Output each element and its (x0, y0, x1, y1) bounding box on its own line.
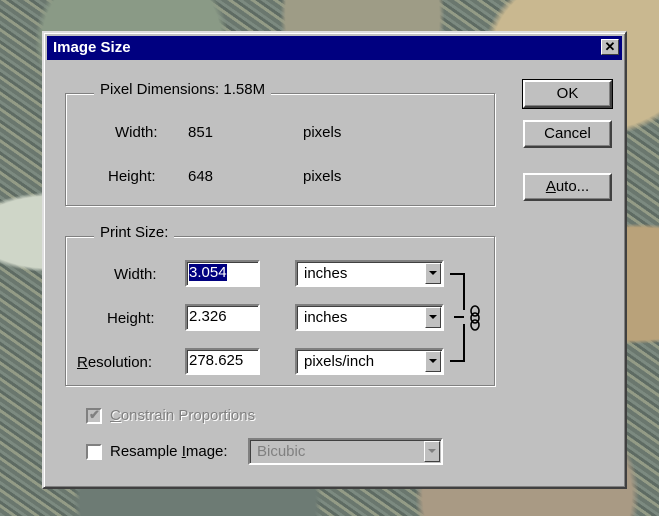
print-width-label: Width: (114, 266, 157, 283)
resolution-unit-select[interactable]: pixels/inch (295, 348, 444, 375)
resolution-value: 278.625 (189, 352, 244, 369)
pixel-width-value: 851 (188, 124, 214, 141)
chevron-down-icon[interactable] (425, 263, 441, 284)
constrain-proportions-label: Constrain Proportions (110, 407, 255, 424)
constrain-proportions-checkbox[interactable]: ✔ (86, 407, 102, 424)
print-width-unit: inches (304, 265, 348, 282)
close-button[interactable]: ✕ (601, 39, 619, 55)
pixel-width-unit: pixels (303, 124, 342, 141)
cancel-button[interactable]: Cancel (523, 120, 612, 148)
resample-label-rest: mage: (185, 443, 228, 460)
print-size-legend: Print Size: (94, 224, 175, 241)
print-height-label: Height: (107, 310, 155, 327)
resolution-label: Resolution: (77, 354, 152, 371)
pixel-dimensions-label: Pixel Dimensions: (100, 81, 220, 98)
pixel-dimensions-size: 1.58M (223, 81, 266, 98)
pixel-width-label: Width: (115, 124, 158, 141)
title-bar[interactable]: Image Size ✕ (47, 36, 622, 60)
print-height-unit: inches (304, 309, 348, 326)
constrain-accelerator: C (110, 407, 121, 424)
resample-method: Bicubic (257, 443, 306, 460)
resample-image-checkbox[interactable] (86, 444, 102, 460)
resolution-label-accelerator: R (77, 354, 88, 371)
pixel-dimensions-group (65, 93, 495, 206)
check-icon: ✔ (89, 407, 100, 422)
ok-button[interactable]: OK (522, 79, 613, 109)
pixel-height-value: 648 (188, 168, 214, 185)
chevron-down-icon[interactable] (425, 351, 441, 372)
chevron-down-icon[interactable] (424, 441, 440, 462)
close-icon: ✕ (604, 39, 616, 54)
print-height-value: 2.326 (189, 308, 227, 325)
image-size-dialog: Image Size ✕ Pixel Dimensions: 1.58M Wid… (42, 31, 627, 489)
ok-label: OK (556, 85, 579, 102)
resample-label-start: Resample (110, 443, 182, 460)
auto-label-rest: uto... (555, 178, 590, 195)
auto-button[interactable]: Auto... (523, 173, 612, 201)
resolution-unit: pixels/inch (304, 353, 375, 370)
chevron-down-icon[interactable] (425, 307, 441, 328)
chain-link-icon (450, 273, 480, 362)
pixel-height-unit: pixels (303, 168, 342, 185)
resample-image-label: Resample Image: (110, 443, 228, 460)
print-width-unit-select[interactable]: inches (295, 260, 444, 287)
constrain-label-rest: onstrain Proportions (120, 407, 256, 424)
print-height-unit-select[interactable]: inches (295, 304, 444, 331)
print-height-input[interactable]: 2.326 (185, 304, 260, 331)
print-size-label: Print Size: (100, 224, 169, 241)
pixel-dimensions-legend: Pixel Dimensions: 1.58M (94, 81, 272, 98)
dialog-title: Image Size (53, 39, 131, 56)
resolution-label-rest: esolution: (87, 354, 153, 371)
auto-accelerator: A (545, 178, 556, 195)
pixel-height-label: Height: (108, 168, 156, 185)
resample-method-select[interactable]: Bicubic (248, 438, 443, 465)
print-width-input[interactable]: 3.054 (185, 260, 260, 287)
cancel-label: Cancel (544, 125, 591, 142)
print-width-value: 3.054 (189, 264, 227, 281)
resolution-input[interactable]: 278.625 (185, 348, 260, 375)
